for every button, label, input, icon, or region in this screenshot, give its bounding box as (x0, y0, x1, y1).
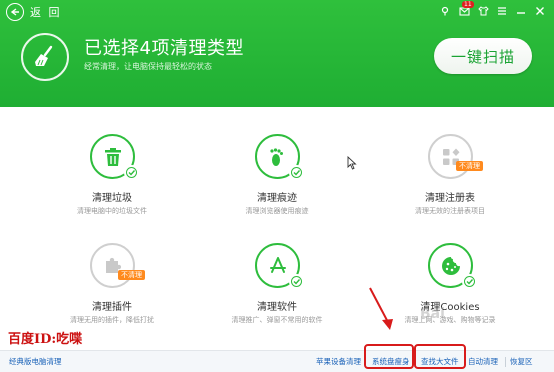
cleanup-item-cookies[interactable]: 清理Cookies 清理上网、游戏、购物等记录 (380, 224, 520, 324)
cleanup-item-registry[interactable]: 不清理 清理注册表 清理无效的注册表项目 (380, 115, 520, 215)
registry-icon (428, 134, 473, 179)
restore-area-link[interactable]: 恢复区 (510, 356, 533, 367)
back-label: 返 回 (30, 6, 62, 19)
checkmark-icon (124, 165, 139, 180)
checkmark-icon (462, 274, 477, 289)
item-name: 清理垃圾 (92, 193, 132, 204)
watermark-id: 百度ID:吃喋 (8, 332, 83, 347)
footprint-icon (255, 134, 304, 180)
back-button[interactable]: 返 回 (6, 3, 62, 21)
plugin-icon (90, 243, 135, 288)
pin-icon[interactable] (437, 3, 453, 19)
back-arrow-icon (6, 3, 24, 21)
item-desc: 清理上网、游戏、购物等记录 (404, 316, 496, 324)
annotation-arrow-icon (360, 286, 400, 340)
item-desc: 清理电脑中的垃圾文件 (77, 207, 147, 215)
cleanup-item-traces[interactable]: 清理痕迹 清理浏览器使用痕迹 (207, 115, 347, 215)
one-click-scan-button[interactable]: 一键扫描 (434, 38, 532, 74)
broom-icon (21, 33, 69, 81)
checkmark-icon (289, 165, 304, 180)
minimize-icon[interactable] (513, 3, 529, 19)
menu-icon[interactable] (494, 3, 510, 19)
auto-cleanup-link[interactable]: 自动清理 (468, 356, 498, 367)
highlight-box-bigfile (414, 344, 466, 369)
classic-cleanup-link[interactable]: 经典版电脑清理 (9, 356, 62, 367)
item-desc: 清理推广、弹窗不常用的软件 (231, 316, 323, 324)
trash-icon (90, 134, 139, 180)
item-name: 清理软件 (257, 302, 297, 313)
cleanup-item-software[interactable]: 清理软件 清理推广、弹窗不常用的软件 (207, 224, 347, 324)
skip-tag: 不清理 (118, 270, 145, 280)
apple-device-cleanup-link[interactable]: 苹果设备清理 (316, 356, 361, 367)
item-name: 清理痕迹 (257, 193, 297, 204)
item-name: 清理插件 (92, 302, 132, 313)
skip-tag: 不清理 (456, 161, 483, 171)
checkmark-icon (289, 274, 304, 289)
highlight-box-slim (364, 344, 414, 369)
title-bar: 返 回 11 (0, 0, 554, 24)
app-store-icon (255, 243, 304, 289)
footer-bar: 经典版电脑清理 苹果设备清理 系统盘瘦身 查找大文件 自动清理 恢复区 (0, 350, 554, 372)
divider (505, 357, 506, 367)
page-title: 已选择4项清理类型 (84, 38, 244, 59)
close-icon[interactable] (532, 3, 548, 19)
item-name: 清理注册表 (425, 193, 475, 204)
window-controls: 11 (434, 1, 548, 19)
item-name: 清理Cookies (420, 302, 480, 313)
cleanup-item-junk[interactable]: 清理垃圾 清理电脑中的垃圾文件 (42, 115, 182, 215)
shirt-icon[interactable] (475, 3, 491, 19)
item-desc: 清理无效的注册表项目 (415, 207, 485, 215)
item-desc: 清理无用的插件，降低打扰 (70, 316, 154, 324)
cleanup-item-plugins[interactable]: 不清理 清理插件 清理无用的插件，降低打扰 (42, 224, 182, 324)
baidu-watermark-logo: Bai (420, 306, 445, 322)
page-subtitle: 经常清理，让电脑保持最轻松的状态 (84, 62, 212, 71)
notification-icon[interactable]: 11 (456, 1, 474, 19)
cleanup-options-grid: 清理垃圾 清理电脑中的垃圾文件 清理痕迹 清理浏览器使用痕迹 不清理 清理注册表… (0, 107, 554, 347)
item-desc: 清理浏览器使用痕迹 (245, 207, 309, 215)
notification-badge: 11 (462, 1, 474, 8)
cookie-icon (428, 243, 477, 289)
header-banner: 返 回 11 已选择4项清理类型 经常清理，让电脑保持最轻松的状态 一键扫描 (0, 0, 554, 107)
mouse-cursor-icon (347, 155, 357, 174)
